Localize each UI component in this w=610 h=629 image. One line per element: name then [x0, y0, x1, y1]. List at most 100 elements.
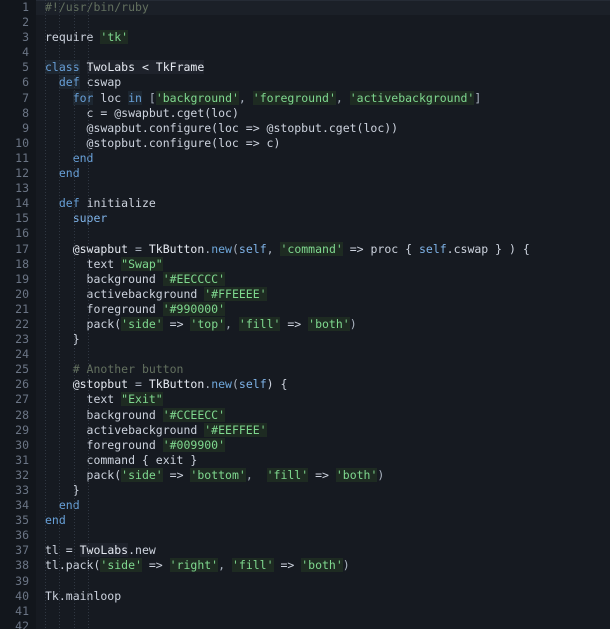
code-line-content[interactable]: [36, 619, 610, 629]
code-line[interactable]: 11 end: [0, 151, 610, 166]
code-line[interactable]: 36: [0, 528, 610, 543]
code-line[interactable]: 13: [0, 181, 610, 196]
code-line[interactable]: 4: [0, 45, 610, 60]
code-line-content[interactable]: [36, 15, 610, 30]
code-line-content[interactable]: }: [36, 332, 610, 347]
code-line[interactable]: 2: [0, 15, 610, 30]
token-punc: ,: [266, 241, 281, 256]
code-editor[interactable]: 1 #!/usr/bin/ruby 2 3 require 'tk' 4 5 class Tw…: [0, 0, 610, 629]
code-line[interactable]: 16: [0, 226, 610, 241]
code-line-content[interactable]: activebackground '#EEFFEE': [36, 422, 610, 438]
token-str: 'side': [121, 316, 163, 331]
code-line[interactable]: 17 @swapbut = TkButton.new(self, 'comman…: [0, 241, 610, 257]
code-line[interactable]: 15 super: [0, 211, 610, 226]
code-line[interactable]: 6 def cswap: [0, 75, 610, 90]
code-line-content[interactable]: [36, 528, 610, 543]
code-line-content[interactable]: super: [36, 211, 610, 226]
code-line[interactable]: 9 @swapbut.configure(loc => @stopbut.cge…: [0, 121, 610, 136]
code-line[interactable]: 3 require 'tk': [0, 30, 610, 45]
code-line-content[interactable]: @swapbut = TkButton.new(self, 'command' …: [36, 241, 610, 257]
token-plain: (loc): [204, 105, 239, 120]
code-line-content[interactable]: @stopbut.configure(loc => c): [36, 136, 610, 151]
code-line[interactable]: 7 for loc in ['background', 'foreground'…: [0, 90, 610, 106]
token-plain: => proc {: [342, 241, 419, 256]
code-line[interactable]: 10 @stopbut.configure(loc => c): [0, 136, 610, 151]
code-line-content[interactable]: background '#CCEECC': [36, 407, 610, 423]
code-line[interactable]: 37 tl = TwoLabs.new: [0, 543, 610, 558]
code-line[interactable]: 31 command { exit }: [0, 453, 610, 468]
code-line[interactable]: 5 class TwoLabs < TkFrame: [0, 60, 610, 75]
code-line[interactable]: 34 end: [0, 498, 610, 513]
code-line-content[interactable]: tl = TwoLabs.new: [36, 543, 610, 558]
code-line-content[interactable]: pack('side' => 'top', 'fill' => 'both'): [36, 316, 610, 332]
code-line[interactable]: 25 # Another button: [0, 362, 610, 377]
code-line-content[interactable]: end: [36, 151, 610, 166]
code-line[interactable]: 42: [0, 619, 610, 629]
code-line[interactable]: 41: [0, 604, 610, 619]
code-line-content[interactable]: foreground '#990000': [36, 301, 610, 317]
code-line[interactable]: 23 }: [0, 332, 610, 347]
code-line-content[interactable]: # Another button: [36, 362, 610, 377]
line-number: 4: [22, 45, 29, 60]
code-line-content[interactable]: @stopbut = TkButton.new(self) {: [36, 377, 610, 392]
code-line[interactable]: 27 text "Exit": [0, 392, 610, 407]
code-line-content[interactable]: def cswap: [36, 75, 610, 90]
code-line[interactable]: 22 pack('side' => 'top', 'fill' => 'both…: [0, 316, 610, 332]
code-line-content[interactable]: [36, 226, 610, 241]
code-line[interactable]: 21 foreground '#990000': [0, 301, 610, 317]
code-line-content[interactable]: [36, 45, 610, 60]
code-line[interactable]: 33 }: [0, 483, 610, 498]
code-lines[interactable]: 1 #!/usr/bin/ruby 2 3 require 'tk' 4 5 class Tw…: [0, 0, 610, 629]
code-line-content[interactable]: [36, 181, 610, 196]
code-line-content[interactable]: end: [36, 166, 610, 181]
code-line[interactable]: 40 Tk.mainloop: [0, 589, 610, 604]
code-line[interactable]: 20 activebackground '#FFEEEE': [0, 286, 610, 302]
code-line-content[interactable]: background '#EECCCC': [36, 271, 610, 287]
code-line-content[interactable]: tl.pack('side' => 'right', 'fill' => 'bo…: [36, 558, 610, 573]
code-line-content[interactable]: foreground '#009900': [36, 437, 610, 453]
code-line[interactable]: 19 background '#EECCCC': [0, 271, 610, 287]
code-line[interactable]: 1 #!/usr/bin/ruby: [0, 0, 610, 16]
code-line-content[interactable]: [36, 574, 610, 589]
code-line-content[interactable]: for loc in ['background', 'foreground', …: [36, 90, 610, 106]
token-ivar: TkButton: [148, 377, 205, 392]
code-line-content[interactable]: [36, 604, 610, 619]
line-number: 39: [15, 573, 29, 588]
code-line-content[interactable]: text "Exit": [36, 392, 610, 407]
code-line[interactable]: 30 foreground '#009900': [0, 437, 610, 453]
code-line-content[interactable]: pack('side' => 'bottom', 'fill' => 'both…: [36, 467, 610, 483]
code-line-content[interactable]: activebackground '#FFEEEE': [36, 286, 610, 302]
code-line-content[interactable]: end: [36, 513, 610, 528]
code-line-content[interactable]: #!/usr/bin/ruby: [36, 0, 610, 16]
code-line-content[interactable]: require 'tk': [36, 30, 610, 45]
code-line[interactable]: 28 background '#CCEECC': [0, 407, 610, 423]
code-line[interactable]: 26 @stopbut = TkButton.new(self) {: [0, 377, 610, 392]
line-number: 13: [15, 181, 29, 196]
code-line[interactable]: 8 c = @swapbut.cget(loc): [0, 106, 610, 121]
code-line[interactable]: 24: [0, 347, 610, 362]
code-line-content[interactable]: def initialize: [36, 196, 610, 211]
code-line-content[interactable]: command { exit }: [36, 453, 610, 468]
code-line-content[interactable]: text "Swap": [36, 256, 610, 272]
line-number: 12: [15, 166, 29, 181]
code-line-content[interactable]: c = @swapbut.cget(loc): [36, 106, 610, 121]
code-line-content[interactable]: end: [36, 498, 610, 513]
code-line[interactable]: 18 text "Swap": [0, 256, 610, 272]
code-line-content[interactable]: Tk.mainloop: [36, 589, 610, 604]
code-line[interactable]: 32 pack('side' => 'bottom', 'fill' => 'b…: [0, 467, 610, 483]
code-line-content[interactable]: class TwoLabs < TkFrame: [36, 60, 610, 75]
code-line[interactable]: 38 tl.pack('side' => 'right', 'fill' => '…: [0, 558, 610, 573]
code-line[interactable]: 14 def initialize: [0, 196, 610, 211]
code-line[interactable]: 12 end: [0, 166, 610, 181]
token-plain: .new: [128, 543, 156, 558]
code-line-content[interactable]: @swapbut.configure(loc => @stopbut.cget(…: [36, 121, 610, 136]
token-str: 'right': [169, 558, 219, 573]
token-kw2: end: [58, 166, 80, 181]
code-line-content[interactable]: }: [36, 483, 610, 498]
code-line[interactable]: 39: [0, 574, 610, 589]
code-line[interactable]: 35 end: [0, 513, 610, 528]
code-line[interactable]: 29 activebackground '#EEFFEE': [0, 422, 610, 438]
code-line-content[interactable]: [36, 347, 610, 362]
